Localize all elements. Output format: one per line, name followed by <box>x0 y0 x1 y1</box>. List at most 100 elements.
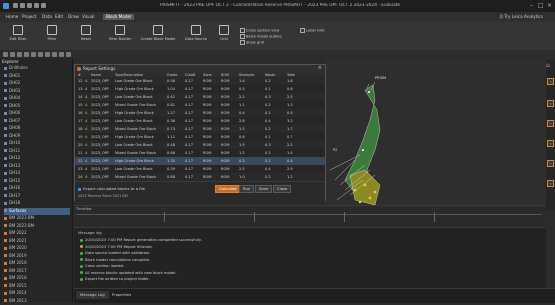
explorer-item[interactable]: DH06 <box>4 110 20 117</box>
explorer-item[interactable]: BM 2022 <box>4 230 27 237</box>
customize-icon[interactable] <box>41 3 46 8</box>
compass-icon[interactable]: ⌂ <box>546 62 554 70</box>
column-header[interactable]: ROM <box>221 73 229 77</box>
run-button[interactable]: Run <box>239 185 255 193</box>
maximize-button[interactable]: □ <box>537 2 544 9</box>
table-row[interactable]: 12 A 2023_OPF Low Grade Ore Block 0.58 0.17 RO… <box>75 77 325 85</box>
settings-icon[interactable] <box>34 3 39 8</box>
column-header[interactable]: Waste <box>265 73 275 77</box>
explorer-item[interactable]: DH01 <box>4 73 20 80</box>
toolbar-icon[interactable] <box>17 51 22 57</box>
toolbar-icon[interactable] <box>10 51 15 57</box>
show-grid-check[interactable]: Show grid <box>240 40 264 45</box>
toolbar-icon[interactable] <box>52 51 57 57</box>
user-search[interactable]: Q Try Leica Analytics <box>500 14 543 19</box>
explorer-item[interactable]: DH05 <box>4 103 20 110</box>
explorer-item[interactable]: BM 2018 <box>4 260 27 267</box>
explorer-item[interactable]: BM 2020 <box>4 245 27 252</box>
explorer-item[interactable]: BM 2023 BM <box>4 215 34 222</box>
explorer-item[interactable]: DH13 <box>4 163 20 170</box>
minimize-button[interactable]: – <box>528 2 535 9</box>
viewport-3d[interactable]: PRISM P2 <box>325 60 555 210</box>
explorer-item[interactable]: DH09 <box>4 133 20 140</box>
column-header[interactable]: # <box>78 73 81 77</box>
table-row[interactable]: 15 A 2023_OPF Mixed Grade Ore Block 0.81 0.17… <box>75 101 325 109</box>
view-front-icon[interactable]: + <box>547 100 554 107</box>
toolbar-icon[interactable] <box>59 51 64 57</box>
save-button[interactable]: Save <box>255 185 273 193</box>
column-header[interactable]: Grade <box>167 73 177 77</box>
zoom-icon[interactable]: + <box>547 160 554 167</box>
close-button[interactable]: × <box>546 2 553 9</box>
table-row[interactable]: 17 A 2023_OPF Low Grade Ore Block 0.36 0.17 RO… <box>75 117 325 125</box>
toolbar-icon[interactable] <box>66 51 71 57</box>
explorer-item[interactable]: DH18 <box>4 200 20 207</box>
toolbar-icon[interactable] <box>31 51 36 57</box>
table-row[interactable]: 24 A 2023_OPF Mixed Grade Ore Block 0.88 0.17… <box>75 173 325 181</box>
table-row[interactable]: 21 A 2023_OPF Mixed Grade Ore Block 0.66 0.17… <box>75 149 325 157</box>
view-side-icon[interactable]: + <box>547 120 554 127</box>
explorer-item[interactable]: DH16 <box>4 185 20 192</box>
column-header[interactable]: Total <box>287 73 295 77</box>
view-iso-icon[interactable]: + <box>547 140 554 147</box>
filter-builder-button[interactable]: Filter Builder <box>104 24 136 48</box>
tab-project[interactable]: Project <box>22 14 36 20</box>
block-outline-check[interactable]: Block model outline <box>240 34 282 39</box>
tab-draw[interactable]: Draw <box>68 14 79 20</box>
tab-message-log[interactable]: Message Log <box>76 291 109 299</box>
timeline-panel[interactable]: Timeline <box>74 205 546 227</box>
toolbar-icon[interactable] <box>3 51 8 57</box>
explorer-item[interactable]: BM 2015 <box>4 283 27 290</box>
explorer-item[interactable]: DH17 <box>4 193 20 200</box>
table-row[interactable]: 20 A 2023_OPF Low Grade Ore Block 0.48 0.17 RO… <box>75 141 325 149</box>
explorer-item[interactable]: DH10 <box>4 140 20 147</box>
dialog-close-icon[interactable]: × <box>318 65 322 71</box>
dialog-close-button[interactable]: Close <box>273 185 292 193</box>
table-row[interactable]: 22 A 2023_OPF High Grade Ore Block 1.35 0.17 R… <box>75 157 325 165</box>
explorer-item[interactable]: DH02 <box>4 80 20 87</box>
explorer-item[interactable]: BM 2016 <box>4 275 27 282</box>
tab-data[interactable]: Data <box>42 14 52 20</box>
view-top-icon[interactable]: + <box>547 78 554 85</box>
explorer-item[interactable]: DH11 <box>4 148 20 155</box>
explorer-item[interactable]: DH04 <box>4 95 20 102</box>
tab-home[interactable]: Home <box>6 14 18 20</box>
tab-edit[interactable]: Edit <box>55 14 63 20</box>
explorer-item[interactable]: DH03 <box>4 88 20 95</box>
explorer-item[interactable]: DH07 <box>4 118 20 125</box>
undo-icon[interactable] <box>20 3 25 8</box>
table-row[interactable]: 16 A 2023_OPF High Grade Ore Block 1.27 0.17 R… <box>75 109 325 117</box>
column-header[interactable]: Name <box>91 73 101 77</box>
filter-button[interactable]: Filter <box>36 24 68 48</box>
explorer-item[interactable]: BM 2017 <box>4 268 27 275</box>
table-row[interactable]: 13 A 2023_OPF High Grade Ore Block 1.04 0.17 R… <box>75 85 325 93</box>
explorer-item[interactable]: BM 2019 <box>4 253 27 260</box>
create-block-model-button[interactable]: Create Block Model <box>138 24 178 48</box>
column-header[interactable]: Type/Description <box>115 73 143 77</box>
cross-section-check[interactable]: Cross section view <box>240 28 279 33</box>
tab-block-model[interactable]: Block Model <box>103 14 135 20</box>
toolbar-icon[interactable] <box>45 51 50 57</box>
explorer-item[interactable]: Surfaces <box>4 207 70 215</box>
table-row[interactable]: 14 A 2023_OPF Low Grade Ore Block 0.42 0.17 RO… <box>75 93 325 101</box>
table-row[interactable]: 23 A 2023_OPF Low Grade Ore Block 0.39 0.17 RO… <box>75 165 325 173</box>
grid-button[interactable]: Grid <box>214 24 234 48</box>
explorer-item[interactable]: Drillholes <box>4 65 28 72</box>
redo-icon[interactable] <box>27 3 32 8</box>
explorer-item[interactable]: BM 2014 <box>4 290 27 297</box>
explorer-item[interactable]: BM 2023 BM <box>4 223 34 230</box>
column-header[interactable]: Stockpile <box>239 73 255 77</box>
explorer-item[interactable]: DH15 <box>4 178 20 185</box>
export-check[interactable]: Export calculated blocks to a file <box>78 186 145 191</box>
save-icon[interactable] <box>13 3 18 8</box>
explorer-item[interactable]: BM 2021 <box>4 238 27 245</box>
reset-button[interactable]: Reset <box>70 24 102 48</box>
toolbar-icon[interactable] <box>24 51 29 57</box>
explorer-item[interactable]: BM 2013 <box>4 298 27 305</box>
column-header[interactable]: Zone <box>203 73 212 77</box>
explorer-item[interactable]: DH08 <box>4 125 20 132</box>
edit-filter-button[interactable]: Edit Filter <box>2 24 34 48</box>
tab-visual[interactable]: Visual <box>82 14 95 20</box>
tab-properties[interactable]: Properties <box>108 291 135 299</box>
explorer-item[interactable]: DH14 <box>4 170 20 177</box>
